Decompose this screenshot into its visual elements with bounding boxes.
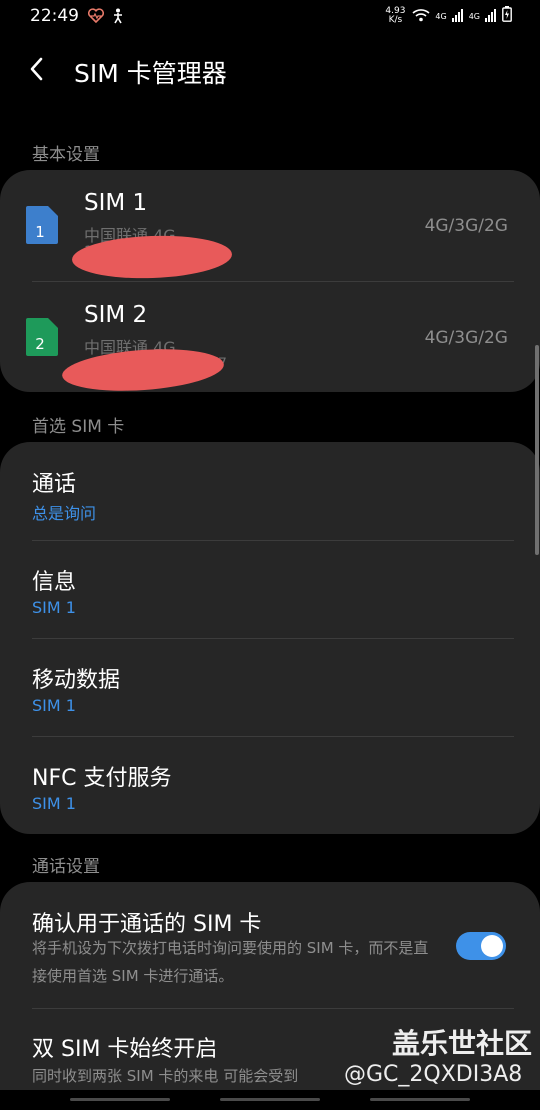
signal-sim2-icon [485, 7, 497, 26]
nav-home-handle[interactable] [220, 1098, 320, 1101]
sim-network-type: 4G/3G/2G [424, 328, 508, 348]
pref-value: SIM 1 [32, 794, 76, 813]
pref-value: SIM 1 [32, 598, 76, 617]
wifi-icon [412, 7, 430, 26]
watermark-brand: 盖乐世社区 [392, 1027, 533, 1060]
sim-card-list: 1 SIM 1 中国联通 4G 4G/3G/2G 186 2 SIM 2 中国联… [0, 170, 540, 392]
confirm-sim-toggle[interactable] [456, 932, 506, 960]
sim-card-icon: 2 [26, 318, 58, 356]
battery-icon [502, 6, 512, 26]
pref-title: NFC 支付服务 [32, 766, 172, 791]
section-header-basic: 基本设置 [32, 145, 100, 165]
toggle-knob [481, 935, 503, 957]
status-time: 22:49 [30, 6, 79, 26]
pref-value: SIM 1 [32, 696, 76, 715]
page-title: SIM 卡管理器 [74, 59, 227, 88]
setting-description: 同时收到两张 SIM 卡的来电 可能会受到 [32, 1067, 299, 1085]
navigation-bar [0, 1090, 540, 1110]
pref-item-messages[interactable]: 信息 SIM 1 [0, 540, 540, 638]
pref-title: 移动数据 [32, 668, 121, 693]
status-bar: 22:49 4.93 K/s 4G 4G [0, 0, 540, 34]
setting-description: 将手机设为下次拨打电话时询问要使用的 SIM 卡，而不是直接使用首选 SIM 卡… [32, 939, 429, 985]
svg-text:2: 2 [35, 335, 45, 353]
pref-title: 通话 [32, 472, 77, 497]
nav-back-handle[interactable] [370, 1098, 470, 1101]
sim-name: SIM 2 [84, 302, 148, 328]
sim-network-type: 4G/3G/2G [424, 216, 508, 236]
nav-recents-handle[interactable] [70, 1098, 170, 1101]
sim-card-icon: 1 [26, 206, 58, 244]
back-button[interactable] [20, 54, 54, 88]
watermark-user-id: @GC_2QXDI3A8 [344, 1062, 523, 1087]
signal-sim1-icon [451, 7, 464, 26]
pref-item-calls[interactable]: 通话 总是询问 [0, 442, 540, 540]
section-header-preferred: 首选 SIM 卡 [32, 417, 125, 437]
setting-confirm-sim-for-calls[interactable]: 确认用于通话的 SIM 卡 将手机设为下次拨打电话时询问要使用的 SIM 卡，而… [0, 882, 540, 1008]
pref-item-mobile-data[interactable]: 移动数据 SIM 1 [0, 638, 540, 736]
accessibility-icon [112, 8, 124, 28]
back-arrow-icon [30, 57, 44, 85]
app-bar: SIM 卡管理器 [0, 40, 540, 100]
svg-text:1: 1 [35, 223, 45, 241]
sim-item-2[interactable]: 2 SIM 2 中国联通 4G 4G/3G/2G 7 [0, 282, 540, 392]
health-heart-icon [87, 8, 105, 28]
preferred-sim-list: 通话 总是询问 信息 SIM 1 移动数据 SIM 1 NFC 支付服务 SIM… [0, 442, 540, 834]
pref-item-nfc-payment[interactable]: NFC 支付服务 SIM 1 [0, 736, 540, 834]
pref-value: 总是询问 [32, 504, 97, 523]
sim-name: SIM 1 [84, 190, 148, 216]
setting-title: 双 SIM 卡始终开启 [32, 1037, 218, 1062]
sim-item-1[interactable]: 1 SIM 1 中国联通 4G 4G/3G/2G 186 [0, 170, 540, 281]
section-header-call-settings: 通话设置 [32, 857, 100, 877]
scrollbar[interactable] [535, 345, 539, 555]
pref-title: 信息 [32, 570, 77, 595]
network-speed: 4.93 K/s [385, 6, 406, 25]
